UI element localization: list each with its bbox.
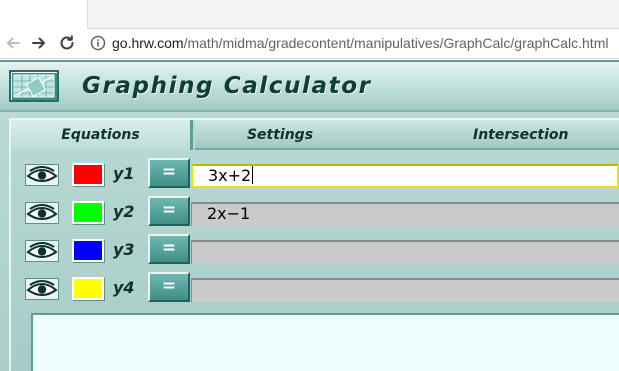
graphing-calculator-app: Graphing Calculator Equations Settings I… <box>0 60 619 371</box>
url-host: go.hrw.com <box>112 35 184 51</box>
equation-input-y1[interactable]: 3x+2 <box>191 164 619 188</box>
reload-icon[interactable] <box>56 32 78 54</box>
equation-value-y1: 3x+2 <box>208 166 252 185</box>
equals-button-y4[interactable]: = <box>148 272 190 302</box>
equals-button-y2[interactable]: = <box>148 196 190 226</box>
text-caret <box>252 166 254 184</box>
tab-equations[interactable]: Equations <box>11 120 193 150</box>
tab-strip-background <box>87 0 619 29</box>
app-title-bar: Graphing Calculator <box>0 60 619 112</box>
eye-icon[interactable] <box>25 278 59 300</box>
app-title: Graphing Calculator <box>82 73 372 99</box>
equation-label-y3: y3 <box>113 240 135 259</box>
color-swatch-y2[interactable] <box>72 201 104 224</box>
equation-row-y3: y3 = <box>11 234 619 268</box>
tab-intersection[interactable]: Intersection <box>365 120 619 150</box>
equations-panel: Equations Settings Intersection y1 = 3x+… <box>9 118 619 371</box>
equation-row-y2: y2 = 2x−1 <box>11 196 619 230</box>
eye-icon[interactable] <box>25 202 59 224</box>
url-path: /math/midma/gradecontent/manipulatives/G… <box>183 35 609 51</box>
equals-button-y1[interactable]: = <box>148 158 190 188</box>
equation-input-y2[interactable]: 2x−1 <box>191 202 619 226</box>
browser-toolbar: go.hrw.com/math/midma/gradecontent/manip… <box>0 29 619 59</box>
equation-row-y1: y1 = 3x+2 <box>11 158 619 192</box>
calculator-graph-logo <box>9 70 59 102</box>
color-swatch-y3[interactable] <box>72 239 104 262</box>
equation-input-y4[interactable] <box>191 278 619 302</box>
equation-row-y4: y4 = <box>11 272 619 306</box>
info-circle-icon[interactable] <box>90 35 106 51</box>
url-text[interactable]: go.hrw.com/math/midma/gradecontent/manip… <box>112 35 608 51</box>
color-swatch-y4[interactable] <box>72 277 104 300</box>
eye-icon[interactable] <box>25 164 59 186</box>
equation-label-y2: y2 <box>113 202 135 221</box>
tab-bar: Equations Settings Intersection <box>11 120 619 150</box>
graph-display-area[interactable] <box>31 313 619 371</box>
arrow-left-icon[interactable] <box>2 32 24 54</box>
browser-tab-strip <box>0 0 619 29</box>
equals-button-y3[interactable]: = <box>148 234 190 264</box>
tab-settings[interactable]: Settings <box>195 120 365 150</box>
equation-input-y3[interactable] <box>191 240 619 264</box>
equation-label-y1: y1 <box>113 164 135 183</box>
arrow-right-icon[interactable] <box>28 32 50 54</box>
address-bar[interactable]: go.hrw.com/math/midma/gradecontent/manip… <box>86 31 619 56</box>
eye-icon[interactable] <box>25 240 59 262</box>
equation-label-y4: y4 <box>113 278 135 297</box>
color-swatch-y1[interactable] <box>72 163 104 186</box>
